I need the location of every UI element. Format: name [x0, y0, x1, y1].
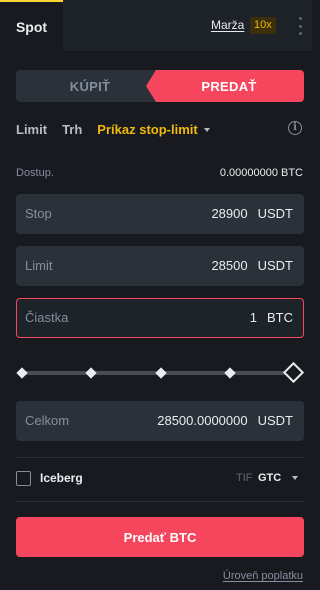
- fee-level-link[interactable]: Úroveň poplatku: [223, 570, 303, 582]
- limit-price-input[interactable]: Limit 28500 USDT: [16, 246, 304, 286]
- margin-link[interactable]: Marža: [211, 18, 244, 32]
- limit-price-label: Limit: [25, 258, 53, 273]
- slider-handle[interactable]: [282, 361, 305, 384]
- total-label: Celkom: [25, 413, 70, 428]
- amount-input[interactable]: Čiastka 1 BTC: [16, 298, 304, 338]
- total-unit: USDT: [257, 413, 293, 428]
- slider-tick-75[interactable]: [224, 367, 236, 379]
- top-tab-bar: Spot Marža 10x: [0, 0, 312, 51]
- sell-btc-button[interactable]: Predať BTC: [16, 517, 304, 557]
- divider: [16, 457, 304, 458]
- divider: [16, 501, 304, 502]
- amount-value[interactable]: 1: [250, 310, 257, 325]
- stop-price-value[interactable]: 28900: [211, 206, 247, 221]
- slider-tick-50[interactable]: [155, 367, 167, 379]
- buy-sell-toggle: KÚPIŤ PREDAŤ: [16, 70, 304, 102]
- amount-label: Čiastka: [25, 310, 69, 325]
- slider-tick-25[interactable]: [85, 367, 97, 379]
- chevron-down-icon[interactable]: [292, 476, 298, 480]
- total-value[interactable]: 28500.0000000: [157, 413, 247, 428]
- iceberg-checkbox[interactable]: [16, 471, 31, 486]
- amount-unit: BTC: [267, 310, 293, 325]
- order-type-tabs: Limit Trh Príkaz stop-limit: [16, 120, 210, 138]
- limit-price-unit: USDT: [257, 258, 293, 273]
- slider-tick-0[interactable]: [16, 367, 28, 379]
- tab-spot[interactable]: Spot: [0, 0, 63, 51]
- stop-price-label: Stop: [25, 206, 52, 221]
- order-type-limit[interactable]: Limit: [16, 122, 47, 137]
- buy-tab[interactable]: KÚPIŤ: [16, 70, 164, 102]
- kebab-vertical-icon[interactable]: [298, 17, 302, 35]
- stop-price-unit: USDT: [257, 206, 293, 221]
- leverage-badge[interactable]: 10x: [250, 17, 276, 34]
- tif-label: TIF: [236, 472, 253, 484]
- available-value: 0.00000000 BTC: [219, 167, 303, 179]
- sell-tab[interactable]: PREDAŤ: [146, 70, 304, 102]
- stop-price-input[interactable]: Stop 28900 USDT: [16, 194, 304, 234]
- iceberg-label[interactable]: Iceberg: [40, 471, 83, 485]
- order-type-market[interactable]: Trh: [62, 122, 82, 137]
- info-circle-icon[interactable]: i: [288, 121, 302, 135]
- order-type-stop-limit[interactable]: Príkaz stop-limit: [97, 122, 197, 137]
- amount-slider[interactable]: [16, 361, 305, 384]
- available-label: Dostup.: [16, 167, 54, 179]
- chevron-down-icon[interactable]: [203, 127, 210, 132]
- total-input[interactable]: Celkom 28500.0000000 USDT: [16, 401, 304, 441]
- limit-price-value[interactable]: 28500: [211, 258, 247, 273]
- tif-select[interactable]: GTC: [258, 472, 281, 484]
